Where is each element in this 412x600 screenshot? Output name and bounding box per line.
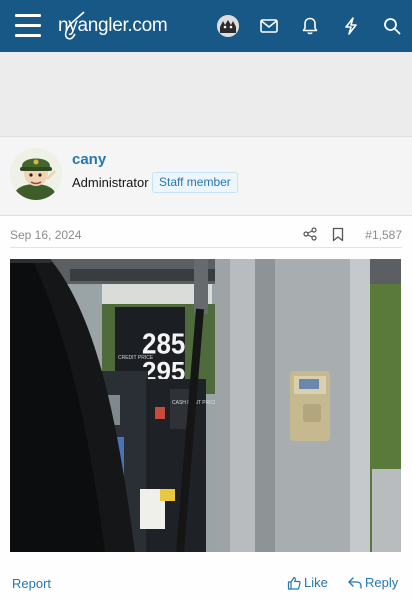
reply-icon <box>348 576 362 589</box>
ad-placeholder <box>0 52 412 136</box>
username[interactable]: cany <box>72 151 106 168</box>
staff-badge: Staff member <box>152 172 238 193</box>
message-actions: Report Like Reply <box>0 570 412 598</box>
thumbs-up-icon <box>287 576 301 590</box>
post-number[interactable]: #1,587 <box>365 228 402 242</box>
bolt-icon[interactable] <box>330 0 371 52</box>
price-top: 285 <box>142 327 185 359</box>
post-date[interactable]: Sep 16, 2024 <box>10 228 81 242</box>
reply-label: Reply <box>365 575 399 590</box>
bookmark-icon[interactable] <box>332 227 348 243</box>
report-link[interactable]: Report <box>12 576 51 591</box>
site-header: nyangler.com <box>0 0 412 52</box>
like-label: Like <box>304 575 328 590</box>
inbox-icon[interactable] <box>248 0 289 52</box>
menu-icon[interactable] <box>15 14 41 38</box>
account-button[interactable] <box>207 0 248 52</box>
message-attribution: Sep 16, 2024 #1,587 <box>10 224 402 248</box>
share-icon[interactable] <box>303 227 319 243</box>
like-button[interactable]: Like <box>287 575 328 590</box>
post-image[interactable]: CREDIT PRICE 285 295 CASH RENT PRICE <box>10 259 401 552</box>
avatar <box>216 15 239 37</box>
nav-icons <box>207 0 412 52</box>
bell-icon[interactable] <box>289 0 330 52</box>
logo-text: nyangler.com <box>58 15 168 36</box>
user-title: Administrator <box>72 175 149 190</box>
reply-button[interactable]: Reply <box>348 575 398 590</box>
search-icon[interactable] <box>371 0 412 52</box>
user-avatar[interactable] <box>10 148 62 200</box>
site-logo[interactable]: nyangler.com <box>58 10 168 42</box>
message-user-block: cany Administrator Staff member <box>0 136 412 216</box>
